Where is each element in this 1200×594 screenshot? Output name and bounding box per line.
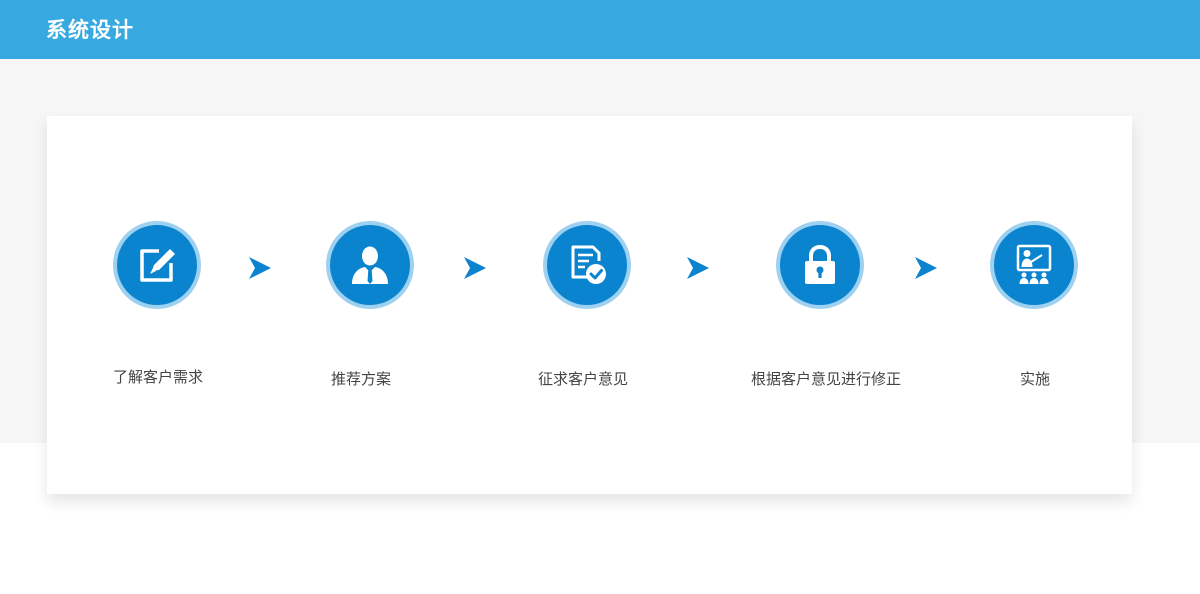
document-check-icon xyxy=(543,221,631,309)
lock-icon xyxy=(776,221,864,309)
header-bar: 系统设计 xyxy=(0,0,1200,59)
page-title: 系统设计 xyxy=(46,18,134,42)
edit-icon xyxy=(113,221,201,309)
person-icon xyxy=(326,221,414,309)
arrow-icon xyxy=(249,257,271,279)
arrow-icon xyxy=(915,257,937,279)
step-label-3: 征求客户意见 xyxy=(537,370,628,388)
process-card: 了解客户需求 推荐方案 征求客户意见 根据客户意见进行修正 实施 xyxy=(47,116,1132,494)
arrow-icon xyxy=(687,257,709,279)
step-label-2: 推荐方案 xyxy=(330,370,391,388)
step-label-4: 根据客户意见进行修正 xyxy=(750,370,901,388)
page: 系统设计 了解客户需求 推荐方案 征求客户意见 根据客户意见进行修正 实施 xyxy=(0,0,1200,594)
step-label-5: 实施 xyxy=(1019,370,1050,388)
arrow-icon xyxy=(464,257,486,279)
presentation-icon xyxy=(990,221,1078,309)
